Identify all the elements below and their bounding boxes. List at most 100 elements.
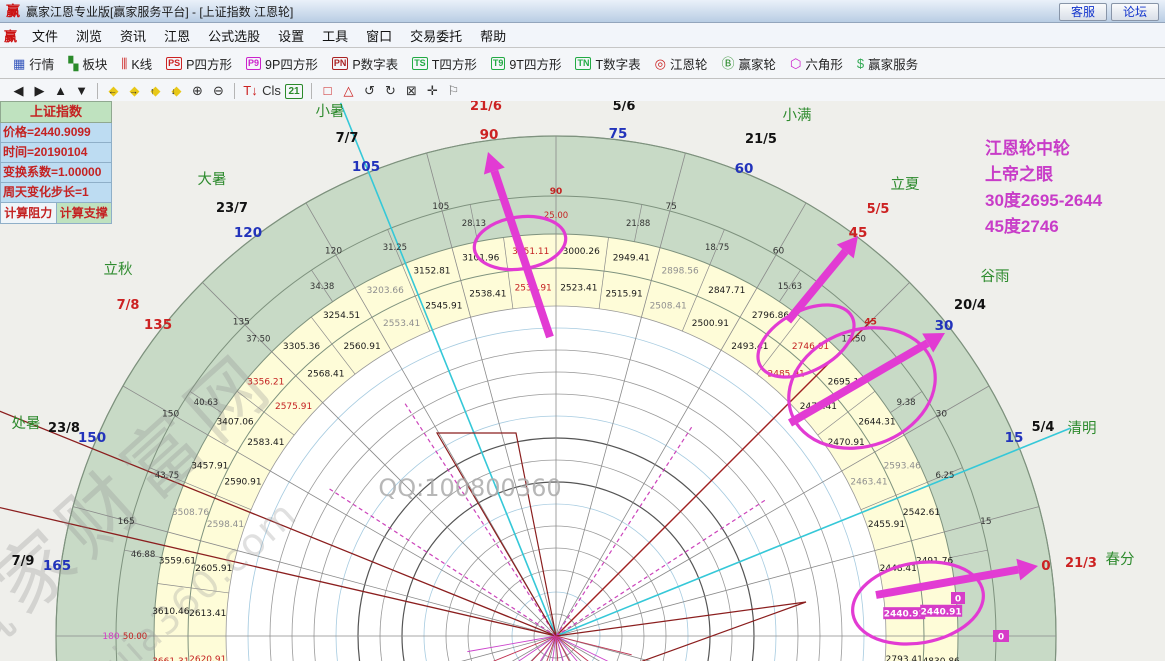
svg-text:165: 165 xyxy=(43,558,71,574)
prev-arrow-icon[interactable]: ◀ xyxy=(8,81,29,101)
svg-text:3356.21: 3356.21 xyxy=(247,377,284,387)
service-button[interactable]: $ 赢家服务 xyxy=(850,54,925,73)
annotation-line: 江恩轮中轮 xyxy=(985,139,1070,158)
annotation-line: 45度2746 xyxy=(985,217,1059,236)
cls-button[interactable]: Cls xyxy=(261,81,282,101)
dollar-icon: $ xyxy=(856,55,865,71)
svg-text:60: 60 xyxy=(735,161,754,177)
svg-text:75: 75 xyxy=(665,202,676,212)
triangle-tool-icon[interactable]: △ xyxy=(338,81,359,101)
menu-item-9[interactable]: 帮助 xyxy=(471,24,515,47)
rect-tool-icon[interactable]: □ xyxy=(317,81,338,101)
window-title: 赢家江恩专业版[赢家服务平台] - [上证指数 江恩轮] xyxy=(26,4,294,19)
rotate-ccw-icon[interactable]: ↺ xyxy=(359,81,380,101)
menu-item-0[interactable]: 文件 xyxy=(23,24,67,47)
analysis-annotation: 江恩轮中轮 上帝之眼 30度2695-2644 45度2746 xyxy=(985,136,1165,240)
hexagon-icon: ⬡ xyxy=(789,55,802,71)
next-arrow-icon[interactable]: ▶ xyxy=(29,81,50,101)
diamond-right-icon[interactable]: ◆ → xyxy=(124,81,145,101)
gann-wheel-button[interactable]: ◎ 江恩轮 xyxy=(648,54,715,73)
panel-field-1: 时间=20190104 xyxy=(0,143,112,163)
svg-text:0: 0 xyxy=(955,595,961,605)
quotes-button[interactable]: ▦ 行情 xyxy=(6,54,61,73)
svg-text:75: 75 xyxy=(609,126,628,142)
p9-square-button[interactable]: P9 9P四方形 xyxy=(239,54,325,73)
winner-wheel-button[interactable]: Ⓑ 赢家轮 xyxy=(714,54,783,73)
menu-item-4[interactable]: 公式选股 xyxy=(199,24,269,47)
table-icon: ▦ xyxy=(13,55,26,71)
svg-text:2605.91: 2605.91 xyxy=(195,564,232,574)
panel-field-2: 变换系数=1.00000 xyxy=(0,163,112,183)
kline-button[interactable]: ⫼ K线 xyxy=(114,54,159,73)
sectors-button[interactable]: ▚ 板块 xyxy=(61,54,114,73)
zoom-in-icon[interactable]: ⊕ xyxy=(187,81,208,101)
forum-button[interactable]: 论坛 xyxy=(1110,2,1159,21)
t-square-button[interactable]: TS T四方形 xyxy=(405,54,484,73)
menu-item-1[interactable]: 浏览 xyxy=(67,24,111,47)
calc-resistance-button[interactable]: 计算阻力 xyxy=(0,203,57,224)
menu-logo-icon: 赢 xyxy=(4,28,18,44)
menu-item-3[interactable]: 江恩 xyxy=(155,24,199,47)
svg-text:3610.46: 3610.46 xyxy=(152,607,189,617)
zoom-out-icon[interactable]: ⊖ xyxy=(208,81,229,101)
svg-text:2440.91: 2440.91 xyxy=(921,607,962,617)
t-table-button[interactable]: TN T数字表 xyxy=(568,54,647,73)
svg-text:处暑: 处暑 xyxy=(12,415,41,432)
svg-text:43.75: 43.75 xyxy=(155,471,179,481)
ps-icon: PS xyxy=(166,56,183,70)
svg-text:0: 0 xyxy=(998,633,1004,643)
svg-text:60: 60 xyxy=(773,247,785,257)
t-updown-icon[interactable]: T↓ xyxy=(240,81,261,101)
svg-text:105: 105 xyxy=(432,202,449,212)
svg-text:120: 120 xyxy=(234,225,262,241)
svg-text:2620.91: 2620.91 xyxy=(189,655,226,661)
menu-item-5[interactable]: 设置 xyxy=(269,24,313,47)
svg-text:春分: 春分 xyxy=(1106,551,1135,568)
svg-text:3203.66: 3203.66 xyxy=(367,286,404,296)
blocks-icon: ▚ xyxy=(68,55,79,71)
kline-button-label: K线 xyxy=(131,57,153,72)
ts-icon: TS xyxy=(412,56,428,70)
panel-field-0: 价格=2440.9099 xyxy=(0,123,112,143)
hexagon-button[interactable]: ⬡ 六角形 xyxy=(783,54,850,73)
pn-icon: PN xyxy=(331,56,349,70)
svg-text:3661.31: 3661.31 xyxy=(152,657,189,661)
menu-item-6[interactable]: 工具 xyxy=(313,24,357,47)
menu-item-2[interactable]: 资讯 xyxy=(111,24,155,47)
annotation-line: 30度2695-2644 xyxy=(985,191,1103,210)
down-triangle-icon[interactable]: ▼ xyxy=(71,81,92,101)
up-triangle-icon[interactable]: ▲ xyxy=(50,81,71,101)
flag-icon[interactable]: ⚐ xyxy=(443,81,464,101)
p-square-button[interactable]: PS P四方形 xyxy=(159,54,239,73)
svg-text:立秋: 立秋 xyxy=(104,261,133,278)
svg-text:3559.61: 3559.61 xyxy=(159,557,196,567)
support-button[interactable]: 客服 xyxy=(1058,2,1107,21)
svg-text:大暑: 大暑 xyxy=(198,171,227,188)
calendar-icon[interactable]: 21 xyxy=(285,83,303,99)
rotate-cw-icon[interactable]: ↻ xyxy=(380,81,401,101)
annotation-line: 上帝之眼 xyxy=(985,165,1053,184)
diamond-up-icon[interactable]: ◆ ↑ xyxy=(145,81,166,101)
diamond-down-icon[interactable]: ◆ ↓ xyxy=(166,81,187,101)
svg-text:150: 150 xyxy=(78,430,106,446)
svg-text:3152.81: 3152.81 xyxy=(413,266,450,276)
svg-text:7/9: 7/9 xyxy=(12,554,35,569)
svg-text:2598.41: 2598.41 xyxy=(207,520,244,530)
p9-icon: P9 xyxy=(246,56,262,70)
menu-item-8[interactable]: 交易委托 xyxy=(401,24,471,47)
menu-item-7[interactable]: 窗口 xyxy=(357,24,401,47)
svg-text:5/6: 5/6 xyxy=(613,101,636,114)
svg-text:2500.91: 2500.91 xyxy=(692,319,729,329)
toolbar-separator xyxy=(311,83,312,99)
svg-text:2949.41: 2949.41 xyxy=(613,253,650,263)
svg-text:23/8: 23/8 xyxy=(48,421,80,436)
svg-text:165: 165 xyxy=(118,517,135,527)
move-cross-icon[interactable]: ✛ xyxy=(422,81,443,101)
svg-text:90: 90 xyxy=(480,127,499,143)
t9-square-button[interactable]: T9 9T四方形 xyxy=(484,54,569,73)
calc-support-button[interactable]: 计算支撑 xyxy=(56,203,112,224)
diamond-left-icon[interactable]: ◆ ← xyxy=(103,81,124,101)
select-box-icon[interactable]: ⊠ xyxy=(401,81,422,101)
p-table-button[interactable]: PN P数字表 xyxy=(325,54,405,73)
svg-text:40.63: 40.63 xyxy=(194,398,218,408)
